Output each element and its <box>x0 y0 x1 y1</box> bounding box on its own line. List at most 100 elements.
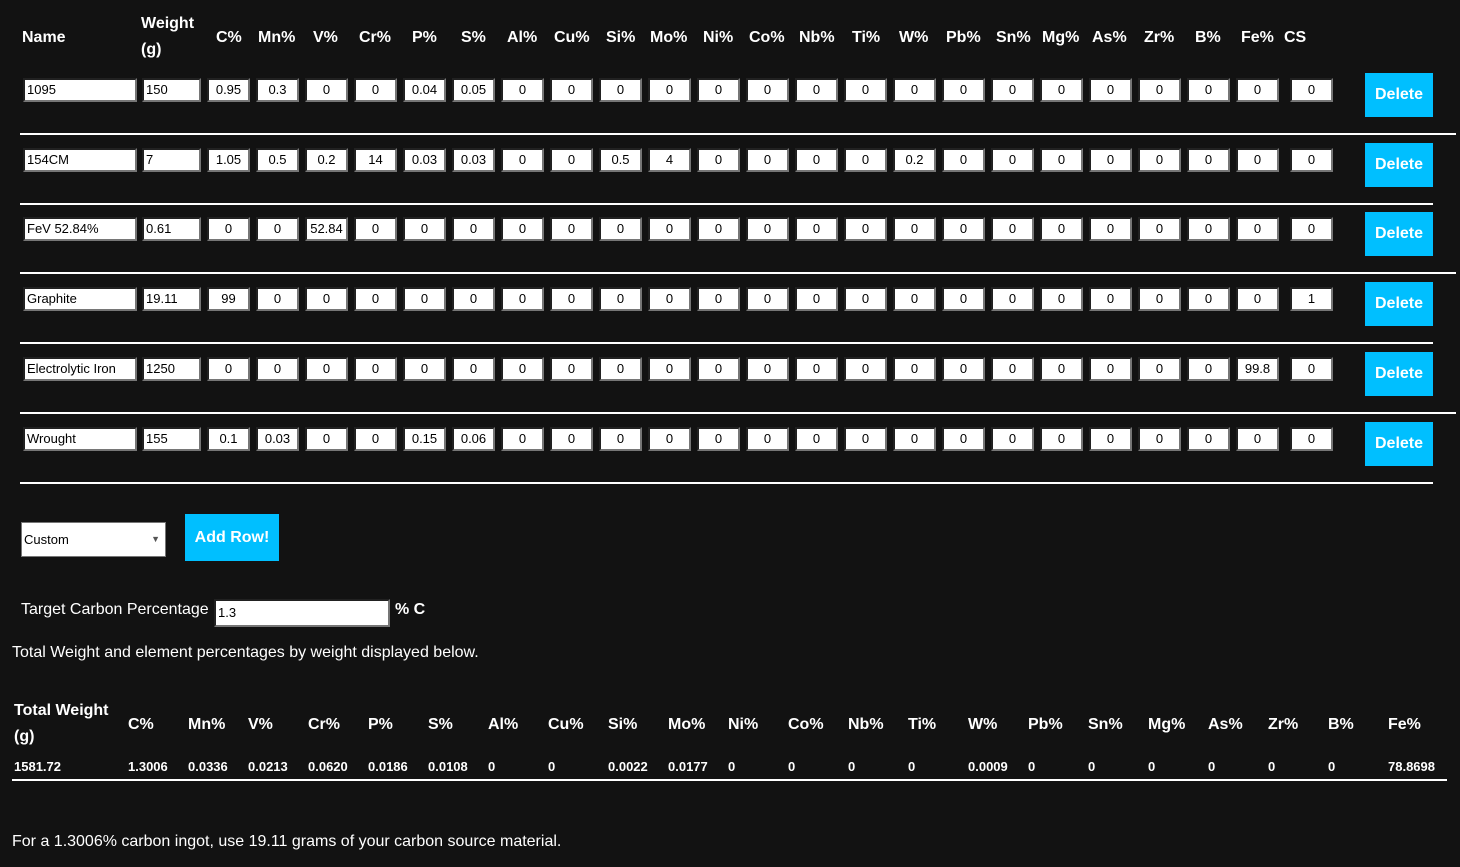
element-input-p-pct[interactable]: 0 <box>403 357 446 381</box>
element-input-mg-pct[interactable]: 0 <box>1040 217 1083 241</box>
element-input-v-pct[interactable]: 0 <box>305 357 348 381</box>
element-input-sn-pct[interactable]: 0 <box>991 78 1034 102</box>
element-input-p-pct[interactable]: 0 <box>403 217 446 241</box>
element-input-si-pct[interactable]: 0 <box>599 217 642 241</box>
material-name-input[interactable]: 1095 <box>23 78 137 102</box>
element-input-cu-pct[interactable]: 0 <box>550 78 593 102</box>
element-input-al-pct[interactable]: 0 <box>501 287 544 311</box>
element-input-co-pct[interactable]: 0 <box>746 287 789 311</box>
delete-row-button[interactable]: Delete <box>1365 143 1433 187</box>
element-input-al-pct[interactable]: 0 <box>501 427 544 451</box>
element-input-mo-pct[interactable]: 0 <box>648 287 691 311</box>
element-input-sn-pct[interactable]: 0 <box>991 357 1034 381</box>
element-input-mo-pct[interactable]: 0 <box>648 357 691 381</box>
element-input-s-pct[interactable]: 0 <box>452 217 495 241</box>
element-input-si-pct[interactable]: 0 <box>599 287 642 311</box>
element-input-mn-pct[interactable]: 0 <box>256 357 299 381</box>
element-input-s-pct[interactable]: 0.03 <box>452 148 495 172</box>
element-input-b-pct[interactable]: 0 <box>1187 287 1230 311</box>
element-input-ni-pct[interactable]: 0 <box>697 148 740 172</box>
element-input-cu-pct[interactable]: 0 <box>550 217 593 241</box>
element-input-zr-pct[interactable]: 0 <box>1138 217 1181 241</box>
delete-row-button[interactable]: Delete <box>1365 212 1433 256</box>
element-input-b-pct[interactable]: 0 <box>1187 148 1230 172</box>
element-input-zr-pct[interactable]: 0 <box>1138 78 1181 102</box>
element-input-ti-pct[interactable]: 0 <box>844 427 887 451</box>
element-input-ni-pct[interactable]: 0 <box>697 78 740 102</box>
element-input-mo-pct[interactable]: 0 <box>648 217 691 241</box>
element-input-p-pct[interactable]: 0.03 <box>403 148 446 172</box>
element-input-al-pct[interactable]: 0 <box>501 217 544 241</box>
element-input-si-pct[interactable]: 0 <box>599 427 642 451</box>
add-row-button[interactable]: Add Row! <box>185 514 279 561</box>
element-input-as-pct[interactable]: 0 <box>1089 287 1132 311</box>
element-input-zr-pct[interactable]: 0 <box>1138 148 1181 172</box>
element-input-zr-pct[interactable]: 0 <box>1138 427 1181 451</box>
element-input-pb-pct[interactable]: 0 <box>942 427 985 451</box>
element-input-mg-pct[interactable]: 0 <box>1040 287 1083 311</box>
element-input-w-pct[interactable]: 0 <box>893 427 936 451</box>
element-input-pb-pct[interactable]: 0 <box>942 217 985 241</box>
element-input-ni-pct[interactable]: 0 <box>697 427 740 451</box>
weight-input[interactable]: 7 <box>142 148 201 172</box>
carbon-source-input[interactable]: 0 <box>1290 217 1333 241</box>
element-input-fe-pct[interactable]: 99.8 <box>1236 357 1279 381</box>
element-input-as-pct[interactable]: 0 <box>1089 148 1132 172</box>
element-input-zr-pct[interactable]: 0 <box>1138 357 1181 381</box>
element-input-pb-pct[interactable]: 0 <box>942 287 985 311</box>
element-input-nb-pct[interactable]: 0 <box>795 357 838 381</box>
element-input-nb-pct[interactable]: 0 <box>795 217 838 241</box>
element-input-cr-pct[interactable]: 0 <box>354 217 397 241</box>
element-input-al-pct[interactable]: 0 <box>501 357 544 381</box>
element-input-fe-pct[interactable]: 0 <box>1236 287 1279 311</box>
element-input-mn-pct[interactable]: 0 <box>256 217 299 241</box>
material-name-input[interactable]: 154CM <box>23 148 137 172</box>
element-input-mg-pct[interactable]: 0 <box>1040 427 1083 451</box>
element-input-c-pct[interactable]: 0.95 <box>207 78 250 102</box>
element-input-v-pct[interactable]: 52.84 <box>305 217 348 241</box>
preset-select[interactable]: Custom ▼ <box>21 522 166 557</box>
element-input-al-pct[interactable]: 0 <box>501 78 544 102</box>
element-input-fe-pct[interactable]: 0 <box>1236 427 1279 451</box>
element-input-s-pct[interactable]: 0 <box>452 357 495 381</box>
element-input-w-pct[interactable]: 0.2 <box>893 148 936 172</box>
element-input-as-pct[interactable]: 0 <box>1089 427 1132 451</box>
element-input-nb-pct[interactable]: 0 <box>795 148 838 172</box>
element-input-pb-pct[interactable]: 0 <box>942 78 985 102</box>
carbon-source-input[interactable]: 0 <box>1290 78 1333 102</box>
delete-row-button[interactable]: Delete <box>1365 73 1433 117</box>
element-input-ti-pct[interactable]: 0 <box>844 357 887 381</box>
element-input-b-pct[interactable]: 0 <box>1187 357 1230 381</box>
element-input-b-pct[interactable]: 0 <box>1187 217 1230 241</box>
material-name-input[interactable]: Wrought <box>23 427 137 451</box>
element-input-pb-pct[interactable]: 0 <box>942 357 985 381</box>
element-input-as-pct[interactable]: 0 <box>1089 357 1132 381</box>
element-input-sn-pct[interactable]: 0 <box>991 427 1034 451</box>
element-input-w-pct[interactable]: 0 <box>893 217 936 241</box>
element-input-mn-pct[interactable]: 0.03 <box>256 427 299 451</box>
carbon-source-input[interactable]: 0 <box>1290 357 1333 381</box>
delete-row-button[interactable]: Delete <box>1365 352 1433 396</box>
element-input-co-pct[interactable]: 0 <box>746 78 789 102</box>
element-input-si-pct[interactable]: 0.5 <box>599 148 642 172</box>
element-input-mg-pct[interactable]: 0 <box>1040 148 1083 172</box>
element-input-mo-pct[interactable]: 4 <box>648 148 691 172</box>
element-input-mg-pct[interactable]: 0 <box>1040 357 1083 381</box>
element-input-cr-pct[interactable]: 14 <box>354 148 397 172</box>
element-input-mg-pct[interactable]: 0 <box>1040 78 1083 102</box>
element-input-c-pct[interactable]: 99 <box>207 287 250 311</box>
element-input-co-pct[interactable]: 0 <box>746 217 789 241</box>
element-input-cr-pct[interactable]: 0 <box>354 287 397 311</box>
element-input-v-pct[interactable]: 0 <box>305 78 348 102</box>
element-input-c-pct[interactable]: 0 <box>207 217 250 241</box>
weight-input[interactable]: 1250 <box>142 357 201 381</box>
element-input-v-pct[interactable]: 0 <box>305 427 348 451</box>
weight-input[interactable]: 150 <box>142 78 201 102</box>
weight-input[interactable]: 0.61 <box>142 217 201 241</box>
element-input-mn-pct[interactable]: 0.3 <box>256 78 299 102</box>
element-input-nb-pct[interactable]: 0 <box>795 287 838 311</box>
weight-input[interactable]: 155 <box>142 427 201 451</box>
element-input-mo-pct[interactable]: 0 <box>648 427 691 451</box>
element-input-s-pct[interactable]: 0.05 <box>452 78 495 102</box>
element-input-as-pct[interactable]: 0 <box>1089 78 1132 102</box>
